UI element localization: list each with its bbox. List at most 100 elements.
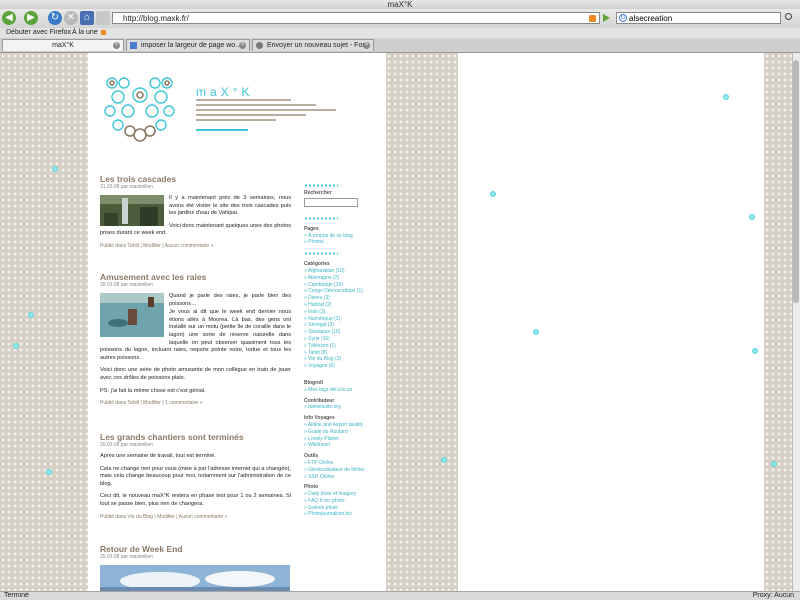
category-link[interactable]: » Congo Démocratique (1) — [304, 288, 374, 295]
category-link[interactable]: » Afghanistan (10) — [304, 268, 374, 275]
close-icon[interactable]: × — [363, 42, 370, 49]
sidebar-link-photos[interactable]: » Photos — [304, 239, 374, 246]
search-label: Rechercher — [304, 190, 332, 196]
decorative-dot — [490, 191, 496, 197]
tab-imposer-largeur[interactable]: imposer la largeur de page wo... × — [126, 39, 250, 51]
categories-heading: Catégories — [304, 261, 330, 268]
category-link[interactable]: » Téléicom (1) — [304, 343, 374, 350]
decorative-dot — [13, 343, 19, 349]
category-link[interactable]: » Inde (3) — [304, 309, 374, 316]
photo-link[interactable]: » FAQ fr.rec.photo — [304, 498, 374, 505]
category-link[interactable]: » Allemagne (2) — [304, 275, 374, 282]
tab-envoyer-sujet[interactable]: Envoyer un nouveau sujet - For... × — [252, 39, 374, 51]
url-input[interactable]: http://blog.maxk.fr/ — [112, 12, 600, 24]
scrollbar-thumb[interactable] — [793, 60, 799, 303]
sidebar-divider — [304, 184, 338, 187]
site-logo[interactable] — [102, 73, 177, 143]
pages-heading: Pages — [304, 225, 319, 232]
blog-content-column: maX°K Les trois cascades 31.03.08 par ma… — [88, 53, 386, 591]
tool-link[interactable]: » Géolocalisateur de fichier — [304, 467, 374, 474]
sidebar-link-about[interactable]: » À propos de ce blog — [304, 233, 374, 240]
post-title[interactable]: Les grands chantiers sont terminés — [100, 432, 291, 442]
tab-bar: maX°K × imposer la largeur de page wo...… — [0, 38, 800, 53]
post-paragraph: Cela ne change rien pour vous (mise à pa… — [100, 465, 291, 487]
post-footer[interactable]: Publié dans Tahiti | Modifier | Aucun co… — [100, 243, 291, 250]
forum-icon — [256, 42, 263, 49]
category-link[interactable]: » Vie du Blog (3) — [304, 356, 374, 363]
reload-icon[interactable]: ↻ — [48, 11, 62, 25]
blog-post: Les trois cascades 31.03.08 par maximili… — [100, 174, 291, 250]
post-paragraph: Voici donc une série de photo amusante d… — [100, 367, 291, 381]
category-link[interactable]: » Sénégal (3) — [304, 322, 374, 329]
photo-link[interactable]: » Daily dose of imagery — [304, 491, 374, 498]
category-link[interactable]: » Slovaquie (16) — [304, 329, 374, 336]
post-photo[interactable] — [100, 195, 164, 226]
google-icon[interactable]: G — [619, 14, 627, 22]
forward-icon[interactable]: ▶ — [24, 11, 38, 25]
bookmarks-toolbar: Débuter avec Firefox À la une — [0, 28, 800, 38]
stop-icon[interactable]: ✕ — [64, 11, 78, 25]
post-photo[interactable] — [100, 565, 290, 591]
lace-pattern-right — [764, 53, 792, 591]
page-icon — [96, 11, 110, 25]
category-link[interactable]: » Cambodge (19) — [304, 282, 374, 289]
bookmark-news[interactable]: À la une — [72, 28, 98, 38]
home-icon[interactable]: ⌂ — [80, 11, 94, 25]
page-viewport: maX°K Les trois cascades 31.03.08 par ma… — [0, 53, 792, 591]
travel-link[interactable]: » Lonely Planet — [304, 436, 374, 443]
contributor-link[interactable]: » danielsuite.org — [304, 404, 374, 411]
sidebar-search-input[interactable] — [304, 197, 358, 207]
close-icon[interactable]: × — [239, 42, 246, 49]
site-title[interactable]: maX°K — [196, 85, 253, 99]
post-paragraph: PS: j'ai fait la même chose est c'est gé… — [100, 387, 206, 394]
post-photo[interactable] — [100, 293, 164, 337]
bookmark-getting-started[interactable]: Débuter avec Firefox — [6, 28, 71, 38]
decorative-dot — [771, 461, 777, 467]
status-text: Terminé — [4, 592, 29, 599]
search-icon[interactable] — [785, 13, 792, 20]
category-link[interactable]: » Syrie (16) — [304, 336, 374, 343]
decorative-dot — [752, 348, 758, 354]
post-meta: 31.03.08 par maximilien — [100, 184, 154, 190]
post-title[interactable]: Amusement avec les raies — [100, 272, 291, 282]
post-title[interactable]: Les trois cascades — [100, 174, 291, 184]
proxy-status: Proxy: Aucun — [752, 592, 794, 599]
tab-maxk[interactable]: maX°K × — [2, 39, 124, 51]
decorative-dot — [441, 457, 447, 463]
tab-label: Envoyer un nouveau sujet - For... — [267, 42, 371, 49]
post-meta: 25.03.08 par maximilien — [100, 554, 154, 560]
category-link[interactable]: » Habitat (2) — [304, 302, 374, 309]
tool-link[interactable]: » FTP Online — [304, 460, 374, 467]
blogroll-link[interactable]: » Mes tags del.icio.us — [304, 387, 374, 394]
contributor-heading: Contributeur — [304, 397, 335, 404]
decorative-dot — [52, 166, 58, 172]
decorative-dot — [723, 94, 729, 100]
rss-icon[interactable] — [589, 15, 596, 22]
category-link[interactable]: » Voyages (6) — [304, 363, 374, 370]
go-icon[interactable] — [603, 14, 610, 22]
category-link[interactable]: » Divers (3) — [304, 295, 374, 302]
close-icon[interactable]: × — [113, 42, 120, 49]
category-link[interactable]: » Numérique (1) — [304, 316, 374, 323]
blog-post: Les grands chantiers sont terminés 26.03… — [100, 432, 291, 521]
post-meta: 26.03.08 par maximilien — [100, 442, 154, 448]
travel-link[interactable]: » Wikitravel — [304, 442, 374, 449]
search-input[interactable]: G alsecreation — [616, 12, 781, 24]
url-text: http://blog.maxk.fr/ — [123, 14, 189, 23]
photo-link[interactable]: » Photojournalism.biz — [304, 511, 374, 518]
lace-pattern-middle — [386, 53, 458, 591]
travel-link[interactable]: » Airline and Airport quality — [304, 422, 374, 429]
status-bar: Terminé Proxy: Aucun — [0, 591, 800, 600]
travel-link[interactable]: » Guide du Routard — [304, 429, 374, 436]
decorative-dot — [46, 469, 52, 475]
post-title[interactable]: Retour de Week End — [100, 544, 291, 554]
photo-link[interactable]: » Galerie photo — [304, 505, 374, 512]
travel-info-heading: Info Voyages — [304, 415, 335, 422]
category-link[interactable]: » Tahiti (8) — [304, 350, 374, 357]
decorative-dot — [533, 329, 539, 335]
post-footer[interactable]: Publié dans Vie du Blog | Modifier | Auc… — [100, 514, 291, 521]
navigation-toolbar: ◀ ▶ ↻ ✕ ⌂ http://blog.maxk.fr/ G alsecre… — [0, 9, 800, 29]
post-footer[interactable]: Publié dans Tahiti | Modifier | 1 commen… — [100, 400, 291, 407]
tool-link[interactable]: » SSH Online — [304, 474, 374, 481]
back-icon[interactable]: ◀ — [2, 11, 16, 25]
